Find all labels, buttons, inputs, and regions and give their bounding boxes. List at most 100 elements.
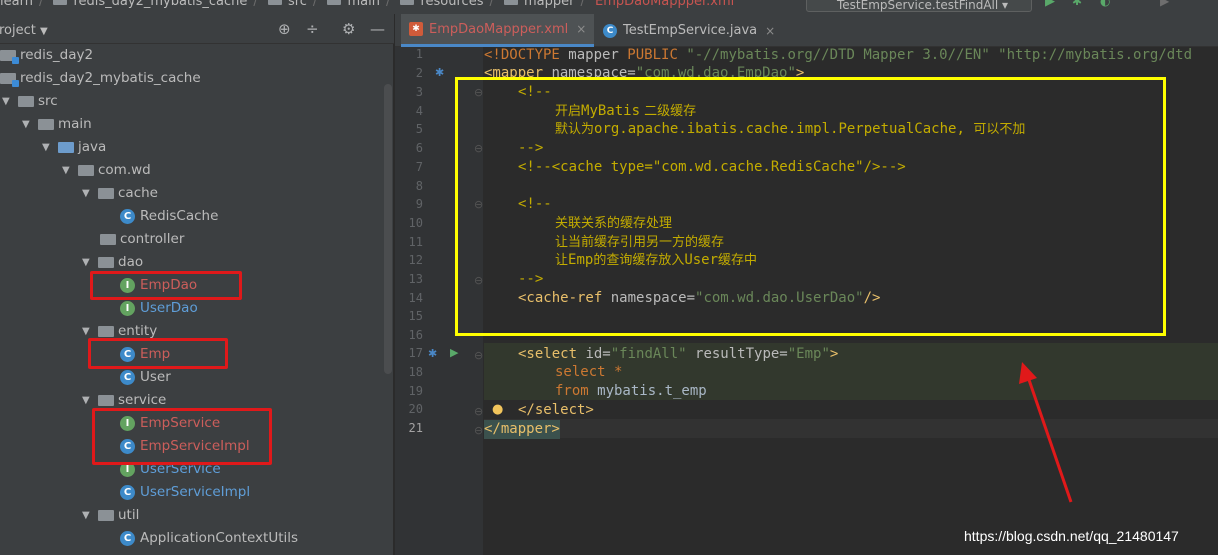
expand-arrow-icon[interactable]: ▼ [42,142,54,153]
hide-panel-icon[interactable]: — [370,20,385,38]
close-icon[interactable]: × [765,24,775,38]
tree-item-label: dao [118,254,144,270]
stop-icon[interactable]: ▶ [1160,0,1172,8]
expand-arrow-icon[interactable]: ▼ [82,510,94,521]
tree-item-package[interactable]: ▼ dao [82,251,143,273]
tree-item-package[interactable]: ▼ cache [82,182,158,204]
project-scrollbar[interactable] [384,84,392,374]
annotation-box-empdao [90,271,242,300]
line-number: 16 [408,328,423,342]
code-line: </mapper> [484,420,560,439]
line-number: 5 [415,122,423,136]
tab-label: TestEmpService.java [623,23,758,38]
line-number: 14 [408,291,423,305]
breadcrumb-item[interactable]: redis_day2_mybatis_cache [73,0,247,9]
java-class-icon: C [603,23,617,38]
breadcrumb-item[interactable]: EmpDaoMappper.xml [595,0,734,9]
watermark: https://blog.csdn.net/qq_21480147 [964,528,1179,544]
line-number: 3 [415,85,423,99]
debug-icon[interactable]: ✱ [1072,0,1084,8]
annotation-highlight-box [455,77,1166,336]
code-line: from mybatis.t_emp [555,383,707,399]
project-view-selector[interactable]: roject ▼ [0,23,48,38]
mapper-navigation-icon[interactable]: ✱ [428,347,437,360]
tree-item-label: cache [118,185,158,201]
tree-item-class[interactable]: C ApplicationContextUtils [120,527,298,549]
code-line: </select> [518,402,594,418]
tree-item-package[interactable]: ▼ com.wd [62,159,151,181]
line-number: 19 [408,384,423,398]
tree-item-package[interactable]: controller [100,228,184,250]
line-number: 6 [415,141,423,155]
line-number: 11 [408,235,423,249]
line-number: 10 [408,216,423,230]
tree-item-folder[interactable]: ▼ main [22,113,92,135]
fold-icon[interactable]: ⊖ [474,405,483,418]
breadcrumb-item[interactable]: main [347,0,379,9]
tree-item-label: User [140,369,171,385]
class-icon: C [120,484,135,500]
annotation-box-emp [88,338,228,369]
collapse-all-icon[interactable]: ÷ [306,20,319,38]
line-number: 7 [415,160,423,174]
close-icon[interactable]: × [576,22,586,36]
code-line: <select id="findAll" resultType="Emp"> [518,346,839,362]
line-number: 15 [408,309,423,323]
tree-item-label: UserServiceImpl [140,484,251,500]
tree-item-package[interactable]: ▼ util [82,504,139,526]
fold-icon[interactable]: ⊖ [474,424,483,437]
tree-item-label: com.wd [98,162,151,178]
tree-item-label: main [58,116,92,132]
fold-icon[interactable]: ⊖ [474,349,483,362]
expand-arrow-icon[interactable]: ▼ [82,395,94,406]
line-number: 1 [415,47,423,61]
line-number: 9 [415,197,423,211]
tree-item-label: redis_day2 [20,47,94,63]
breadcrumb-item[interactable]: resources [420,0,483,9]
code-line: <!DOCTYPE mapper PUBLIC "-//mybatis.org/… [484,47,1193,63]
run-statement-icon[interactable]: ▶ [450,346,458,359]
tree-item-module[interactable]: redis_day2 [0,44,93,66]
breadcrumb-item[interactable]: mapper [524,0,574,9]
gear-icon[interactable]: ⚙ [342,20,355,38]
line-number: 2 [415,66,423,80]
expand-arrow-icon[interactable]: ▼ [22,119,34,130]
tree-item-label: java [78,139,107,155]
expand-arrow-icon[interactable]: ▼ [82,257,94,268]
tab-empdaomappper-xml[interactable]: ✱ EmpDaoMappper.xml × [401,14,595,47]
line-number: 4 [415,104,423,118]
breadcrumb-item[interactable]: learn [0,0,33,9]
expand-arrow-icon[interactable]: ▼ [62,165,74,176]
class-icon: C [120,530,135,546]
run-configuration-label: TestEmpService.testFindAll [837,0,999,12]
chevron-down-icon: ▾ [1002,0,1009,12]
line-number: 21 [408,421,423,435]
line-number: 13 [408,272,423,286]
coverage-icon[interactable]: ◐ [1100,0,1112,8]
tree-item-class[interactable]: C UserServiceImpl [120,481,250,503]
tree-item-interface[interactable]: I UserDao [120,297,198,319]
line-number: 8 [415,179,423,193]
expand-arrow-icon[interactable]: ▼ [2,96,14,107]
line-number: 12 [408,253,423,267]
run-icon[interactable]: ▶ [1045,0,1057,9]
tree-item-folder[interactable]: ▼ src [2,90,58,112]
breadcrumb: learn / redis_day2_mybatis_cache / src / ma… [0,0,740,9]
locate-icon[interactable]: ⊕ [278,20,291,38]
chevron-down-icon: ▼ [40,26,48,37]
tree-item-class[interactable]: C RedisCache [120,205,218,227]
expand-arrow-icon[interactable]: ▼ [82,188,94,199]
tab-testempservice-java[interactable]: C TestEmpService.java × [595,14,783,47]
tree-item-label: controller [120,231,185,247]
tree-item-label: src [38,93,58,109]
breadcrumb-item[interactable]: src [288,0,307,9]
run-configuration-select[interactable]: TestEmpService.testFindAll ▾ [806,0,1032,12]
tree-item-folder[interactable]: ▼ java [42,136,106,158]
tree-item-class[interactable]: C User [120,366,171,388]
mapper-navigation-icon[interactable]: ✱ [435,66,444,79]
navigation-bar: learn / redis_day2_mybatis_cache / src / ma… [0,0,1218,14]
xml-file-icon: ✱ [409,22,423,36]
tree-item-module[interactable]: redis_day2_mybatis_cache [0,67,201,89]
expand-arrow-icon[interactable]: ▼ [82,326,94,337]
tree-item-label: RedisCache [140,208,219,224]
